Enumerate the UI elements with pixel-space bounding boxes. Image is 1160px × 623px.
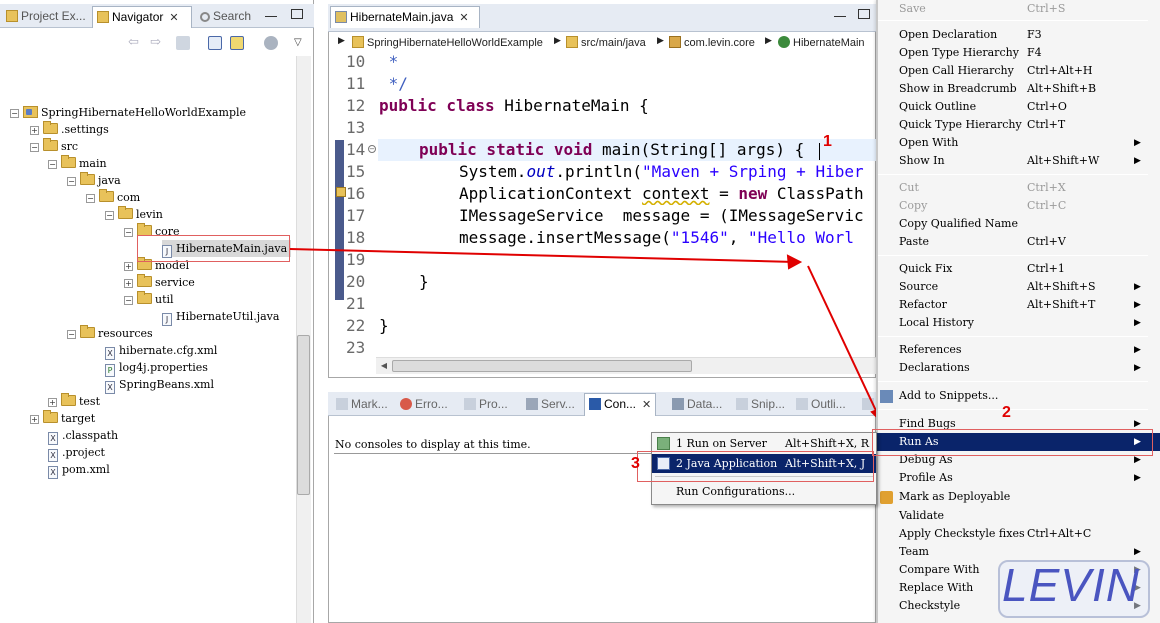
deploy-icon [880, 491, 893, 504]
watermark-logo: LEVIN [1002, 559, 1140, 611]
menu-item-profile-as[interactable]: Profile As ▶ [876, 469, 1160, 487]
menu-item-quick-type-hierarchy[interactable]: Quick Type Hierarchy Ctrl+T [876, 116, 1160, 134]
menu-item-apply-checkstyle-fixes[interactable]: Apply Checkstyle fixes Ctrl+Alt+C [876, 525, 1160, 543]
menu-item-open-call-hierarchy[interactable]: Open Call Hierarchy Ctrl+Alt+H [876, 62, 1160, 80]
snippets-icon [880, 390, 893, 403]
menu-item-add-to-snippets[interactable]: Add to Snippets... [876, 387, 1160, 405]
run-on-server-icon [657, 437, 670, 450]
menu-item-open-with[interactable]: Open With ▶ [876, 134, 1160, 152]
menu-item-show-in-breadcrumb[interactable]: Show in Breadcrumb Alt+Shift+B [876, 80, 1160, 98]
menu-item-open-declaration[interactable]: Open Declaration F3 [876, 26, 1160, 44]
highlight-box-run-as [872, 429, 1153, 456]
submenu-arrow-icon: ▶ [1134, 363, 1141, 373]
menu-item-local-history[interactable]: Local History ▶ [876, 314, 1160, 332]
menu-separator [878, 255, 1148, 256]
menu-item-show-in[interactable]: Show In Alt+Shift+W ▶ [876, 152, 1160, 170]
menu-item-open-type-hierarchy[interactable]: Open Type Hierarchy F4 [876, 44, 1160, 62]
menu-item-copy[interactable]: Copy Ctrl+C [876, 197, 1160, 215]
menu-item-copy-qualified-name[interactable]: Copy Qualified Name [876, 215, 1160, 233]
menu-separator [878, 20, 1148, 21]
arrow-editor-to-runas [807, 265, 879, 416]
menu-item-paste[interactable]: Paste Ctrl+V [876, 233, 1160, 251]
submenu-arrow-icon: ▶ [1134, 156, 1141, 166]
menu-item-refactor[interactable]: Refactor Alt+Shift+T ▶ [876, 296, 1160, 314]
submenu-arrow-icon: ▶ [1134, 473, 1141, 483]
menu-item-save[interactable]: Save Ctrl+S [876, 0, 1160, 18]
submenu-item-run-configurations[interactable]: Run Configurations... [652, 482, 876, 501]
submenu-arrow-icon: ▶ [1134, 345, 1141, 355]
menu-item-quick-outline[interactable]: Quick Outline Ctrl+O [876, 98, 1160, 116]
menu-separator [878, 174, 1148, 175]
menu-item-references[interactable]: References ▶ [876, 341, 1160, 359]
annotation-step-3: 3 [631, 455, 640, 472]
menu-separator [878, 409, 1148, 410]
submenu-arrow-icon: ▶ [1134, 318, 1141, 328]
arrowhead [786, 254, 803, 270]
submenu-arrow-icon: ▶ [1134, 138, 1141, 148]
menu-item-mark-as-deployable[interactable]: Mark as Deployable [876, 488, 1160, 506]
highlight-box-file [137, 235, 290, 262]
annotation-step-1: 1 [823, 133, 832, 150]
menu-item-quick-fix[interactable]: Quick Fix Ctrl+1 [876, 260, 1160, 278]
submenu-arrow-icon: ▶ [1134, 282, 1141, 292]
menu-item-cut[interactable]: Cut Ctrl+X [876, 179, 1160, 197]
menu-separator [878, 381, 1148, 382]
menu-item-source[interactable]: Source Alt+Shift+S ▶ [876, 278, 1160, 296]
menu-item-validate[interactable]: Validate [876, 507, 1160, 525]
menu-item-declarations[interactable]: Declarations ▶ [876, 359, 1160, 377]
submenu-arrow-icon: ▶ [1134, 300, 1141, 310]
arrow-file-to-editor [289, 248, 796, 263]
menu-separator [878, 336, 1148, 337]
annotation-step-2: 2 [1002, 404, 1011, 421]
highlight-box-java-application [637, 451, 874, 482]
